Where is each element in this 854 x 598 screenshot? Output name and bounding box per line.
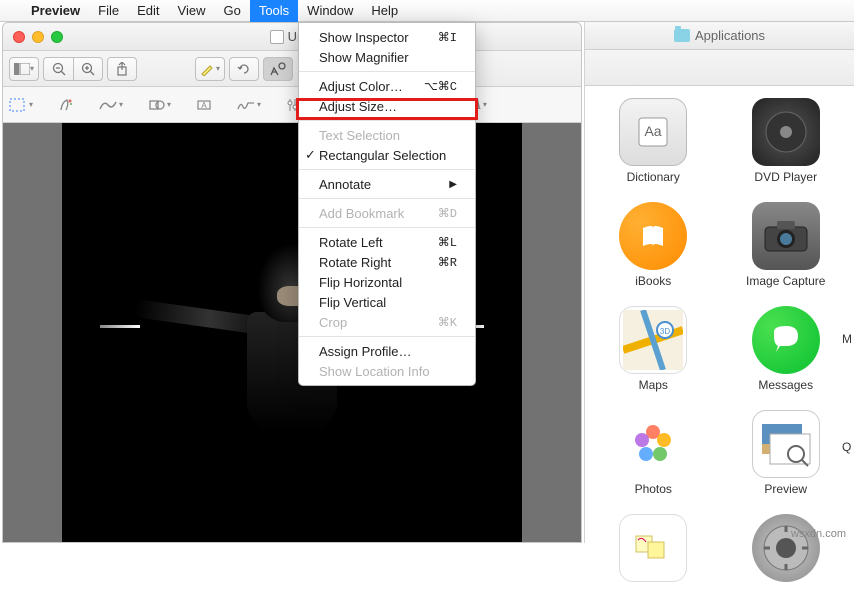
menu-go[interactable]: Go [214, 0, 249, 22]
app-messages[interactable]: Messages [731, 306, 841, 392]
menu-tools[interactable]: Tools [250, 0, 298, 22]
image-canvas [3, 123, 581, 542]
menu-show-inspector[interactable]: Show Inspector⌘I [299, 27, 475, 47]
markup-button[interactable] [263, 57, 293, 81]
app-label-partial-m: M [842, 332, 854, 346]
document-icon [270, 30, 284, 44]
sign-button[interactable]: ▾ [237, 99, 261, 111]
menu-file[interactable]: File [89, 0, 128, 22]
app-label-partial-q: Q [842, 440, 854, 454]
app-partial-1[interactable] [598, 514, 708, 586]
checkmark-icon: ✓ [305, 147, 316, 163]
menu-assign-profile[interactable]: Assign Profile… [299, 341, 475, 361]
finder-titlebar: Applications [585, 22, 854, 50]
finder-toolbar [585, 50, 854, 86]
svg-text:A: A [201, 101, 207, 110]
preview-window: Untit ▾ ▾ ▾ ▾ ▾ A ▾ ▾ ▾ A▾ [2, 22, 582, 543]
menu-adjust-size[interactable]: Adjust Size… [299, 96, 475, 116]
applications-grid: AaDictionary DVD Player iBooks Image Cap… [585, 86, 854, 598]
app-ibooks[interactable]: iBooks [598, 202, 708, 288]
menu-rectangular-selection[interactable]: ✓Rectangular Selection [299, 145, 475, 165]
maximize-button[interactable] [51, 31, 63, 43]
system-menubar: Preview File Edit View Go Tools Window H… [0, 0, 854, 22]
menu-adjust-color[interactable]: Adjust Color…⌥⌘C [299, 76, 475, 96]
text-button[interactable]: A [197, 98, 211, 112]
menu-window[interactable]: Window [298, 0, 362, 22]
share-button[interactable] [107, 57, 137, 81]
window-titlebar: Untit [3, 23, 581, 51]
app-preview[interactable]: Preview [731, 410, 841, 496]
close-button[interactable] [13, 31, 25, 43]
submenu-arrow-icon: ▶ [449, 179, 457, 190]
app-photos[interactable]: Photos [598, 410, 708, 496]
finder-window: Applications AaDictionary DVD Player iBo… [584, 22, 854, 543]
tools-menu-dropdown: Show Inspector⌘I Show Magnifier Adjust C… [298, 22, 476, 386]
app-partial-2[interactable] [731, 514, 841, 586]
sidebar-toggle-button[interactable]: ▾ [9, 57, 39, 81]
sketch-button[interactable]: ▾ [99, 99, 123, 111]
svg-text:Aa: Aa [645, 123, 662, 139]
folder-icon [674, 29, 690, 42]
finder-title: Applications [695, 28, 765, 43]
instant-alpha-button[interactable] [59, 98, 73, 112]
app-dvd-player[interactable]: DVD Player [731, 98, 841, 184]
menu-flip-vertical[interactable]: Flip Vertical [299, 292, 475, 312]
main-toolbar: ▾ ▾ [3, 51, 581, 87]
menu-edit[interactable]: Edit [128, 0, 168, 22]
menu-flip-horizontal[interactable]: Flip Horizontal [299, 272, 475, 292]
app-dictionary[interactable]: AaDictionary [598, 98, 708, 184]
zoom-out-button[interactable] [43, 57, 73, 81]
menu-help[interactable]: Help [362, 0, 407, 22]
menu-show-magnifier[interactable]: Show Magnifier [299, 47, 475, 67]
app-maps[interactable]: 3DMaps [598, 306, 708, 392]
menu-add-bookmark: Add Bookmark⌘D [299, 203, 475, 223]
traffic-lights [3, 31, 63, 43]
app-menu[interactable]: Preview [22, 0, 89, 22]
menu-show-location: Show Location Info [299, 361, 475, 381]
menu-text-selection: Text Selection [299, 125, 475, 145]
shapes-button[interactable]: ▾ [149, 98, 171, 112]
svg-text:3D: 3D [660, 327, 670, 336]
selection-tool-button[interactable]: ▾ [9, 98, 33, 112]
app-image-capture[interactable]: Image Capture [731, 202, 841, 288]
minimize-button[interactable] [32, 31, 44, 43]
menu-crop: Crop⌘K [299, 312, 475, 332]
zoom-in-button[interactable] [73, 57, 103, 81]
markup-toolbar: ▾ ▾ ▾ A ▾ ▾ ▾ A▾ [3, 87, 581, 123]
menu-rotate-left[interactable]: Rotate Left⌘L [299, 232, 475, 252]
menu-annotate[interactable]: Annotate▶ [299, 174, 475, 194]
rotate-button[interactable] [229, 57, 259, 81]
menu-view[interactable]: View [169, 0, 215, 22]
menu-rotate-right[interactable]: Rotate Right⌘R [299, 252, 475, 272]
source-watermark: wsxdn.com [791, 528, 846, 540]
highlight-button[interactable]: ▾ [195, 57, 225, 81]
